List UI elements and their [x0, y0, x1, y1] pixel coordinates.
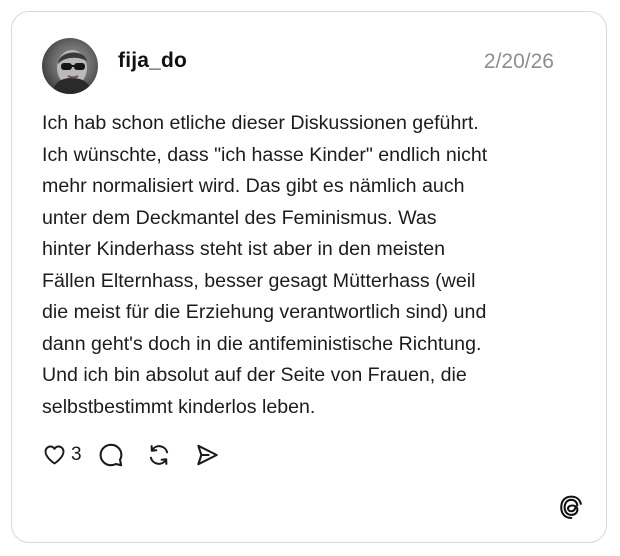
username[interactable]: fija_do [118, 49, 187, 73]
post-text-line: Fällen Elternhass, besser gesagt Mütterh… [42, 269, 476, 292]
post-text-line: selbstbestimmt kinderlos leben. [42, 395, 316, 418]
like-count: 3 [71, 444, 82, 465]
heart-icon [44, 445, 65, 465]
post-card: fija_do 2/20/26 Ich hab schon etliche di… [11, 11, 607, 543]
post-text-line: Und ich bin absolut auf der Seite von Fr… [42, 364, 467, 386]
post-text-line: Ich wünschte, dass "ich hasse Kinder" en… [42, 143, 488, 166]
post-body: Ich hab schon etliche dieser Diskussione… [42, 108, 578, 423]
post-text-line: die meist für die Erziehung verantwortli… [42, 301, 487, 323]
reply-button[interactable] [98, 442, 124, 468]
threads-logo-icon[interactable] [556, 492, 586, 522]
like-button[interactable]: 3 [42, 443, 98, 467]
post-text-line: mehr normalisiert wird. Das gibt es näml… [42, 175, 465, 197]
repost-button[interactable] [146, 442, 172, 468]
send-icon [196, 444, 218, 466]
avatar[interactable] [42, 38, 98, 94]
comment-icon [99, 443, 123, 467]
repost-icon [149, 445, 168, 465]
post-text-line: dann geht's doch in die antifeministisch… [42, 332, 482, 355]
post-actions: 3 [42, 440, 220, 470]
avatar-photo [52, 50, 92, 94]
post-text-line: hinter Kinderhass steht ist aber in den … [42, 238, 445, 260]
post-date: 2/20/26 [483, 50, 554, 73]
share-button[interactable] [194, 442, 220, 468]
post-text-line: unter dem Deckmantel des Feminismus. Was [42, 206, 437, 229]
post-text-line: Ich hab schon etliche dieser Diskussione… [42, 112, 479, 134]
